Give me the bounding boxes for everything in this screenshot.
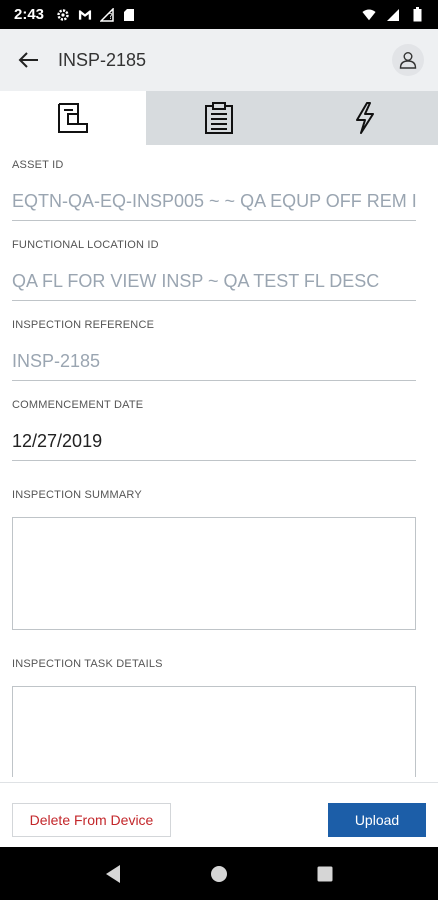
inspection-task-details-label: INSPECTION TASK DETAILS xyxy=(12,658,163,670)
back-triangle-icon xyxy=(106,864,120,883)
inspection-summary-label: INSPECTION SUMMARY xyxy=(12,489,142,501)
status-bar: 2:43 ? xyxy=(0,0,438,29)
wifi-icon xyxy=(362,8,376,22)
delete-from-device-button[interactable]: Delete From Device xyxy=(12,803,171,837)
nav-back-button[interactable] xyxy=(93,854,133,894)
lightning-icon xyxy=(356,102,374,134)
status-time: 2:43 xyxy=(14,6,45,23)
inspection-task-details-textarea[interactable] xyxy=(12,686,416,777)
home-circle-icon xyxy=(211,865,227,882)
signal-unknown-icon: ? xyxy=(100,7,114,22)
tab-actions[interactable] xyxy=(292,91,438,145)
nav-recents-button[interactable] xyxy=(305,854,345,894)
battery-icon xyxy=(410,7,424,22)
clipboard-list-icon xyxy=(205,102,233,134)
app-bar: INSP-2185 xyxy=(0,29,438,91)
asset-id-field: EQTN-QA-EQ-INSP005 ~ ~ QA EQUP OFF REM I… xyxy=(12,191,416,221)
functional-location-id-label: FUNCTIONAL LOCATION ID xyxy=(12,239,159,251)
user-icon xyxy=(399,52,417,69)
recents-square-icon xyxy=(317,866,333,881)
inspection-reference-label: INSPECTION REFERENCE xyxy=(12,319,155,331)
back-button[interactable] xyxy=(14,45,44,75)
gmail-icon xyxy=(78,8,92,22)
commencement-date-label: COMMENCEMENT DATE xyxy=(12,399,144,411)
inspection-summary-textarea[interactable] xyxy=(12,517,416,630)
cell-signal-icon xyxy=(386,8,400,22)
svg-text:?: ? xyxy=(109,12,113,21)
tab-bar xyxy=(0,91,438,145)
system-nav-bar xyxy=(0,847,438,900)
nav-home-button[interactable] xyxy=(199,854,239,894)
inspection-reference-field: INSP-2185 xyxy=(12,351,416,381)
page-title: INSP-2185 xyxy=(58,49,147,70)
sd-card-icon xyxy=(122,8,136,22)
form-icon xyxy=(58,103,88,133)
functional-location-id-field: QA FL FOR VIEW INSP ~ QA TEST FL DESC xyxy=(12,271,416,301)
asset-id-label: ASSET ID xyxy=(12,159,64,171)
tab-checklist[interactable] xyxy=(146,91,292,145)
action-bar: Delete From Device Upload xyxy=(0,783,438,847)
commencement-date-field[interactable]: 12/27/2019 xyxy=(12,431,416,461)
tab-form[interactable] xyxy=(0,91,146,145)
inspection-form: ASSET ID EQTN-QA-EQ-INSP005 ~ ~ QA EQUP … xyxy=(0,145,438,777)
upload-button[interactable]: Upload xyxy=(328,803,426,837)
user-profile-button[interactable] xyxy=(392,44,424,76)
status-icons-right xyxy=(362,7,424,22)
status-icons-left: ? xyxy=(56,7,136,22)
arrow-left-icon xyxy=(18,52,38,68)
gear-icon xyxy=(56,8,70,22)
